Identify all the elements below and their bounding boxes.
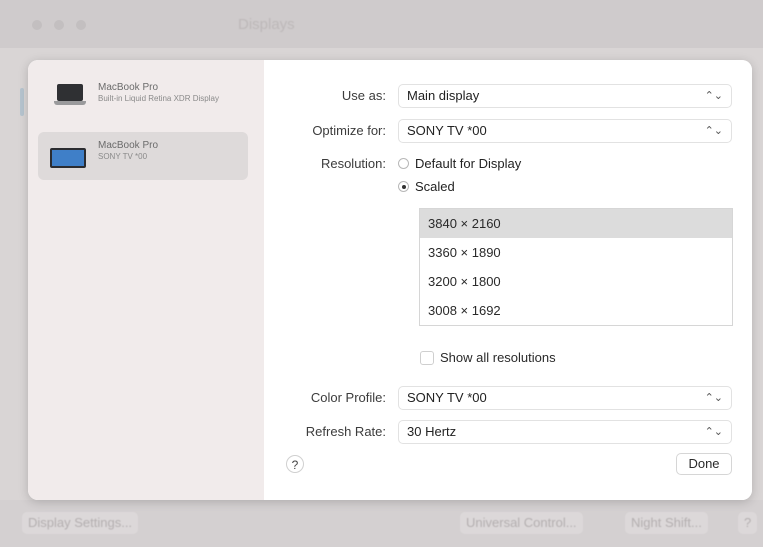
background-selection-edge [20,88,24,116]
sidebar-item-name: MacBook Pro [98,82,159,93]
show-all-label: Show all resolutions [440,350,556,365]
chevron-updown-icon: ⌃⌄ [704,392,723,404]
optimize-for-popup[interactable]: SONY TV *00 ⌃⌄ [398,119,732,143]
chevron-updown-icon: ⌃⌄ [704,90,723,102]
resolution-item[interactable]: 3360 × 1890 [420,238,732,267]
background-help-button: ? [738,512,758,534]
refresh-rate-value: 30 Hertz [407,424,457,439]
laptop-icon [54,84,86,110]
color-profile-popup[interactable]: SONY TV *00 ⌃⌄ [398,386,732,410]
help-button[interactable]: ? [286,455,304,473]
resolution-item[interactable]: 3008 × 1692 [420,296,732,325]
sidebar-item-builtin-display[interactable]: MacBook Pro Built-in Liquid Retina XDR D… [38,74,248,122]
optimize-for-label: Optimize for: [312,123,386,138]
color-profile-value: SONY TV *00 [407,390,487,405]
display-settings-button: Display Settings... [22,512,139,534]
zoom-dot-icon [76,20,86,30]
use-as-popup[interactable]: Main display ⌃⌄ [398,84,732,108]
background-titlebar: Displays [0,0,763,48]
use-as-label: Use as: [341,88,386,103]
radio-label: Default for Display [415,156,522,171]
resolution-item[interactable]: 3200 × 1800 [420,267,732,296]
chevron-updown-icon: ⌃⌄ [704,125,723,137]
refresh-rate-popup[interactable]: 30 Hertz ⌃⌄ [398,420,732,444]
radio-button[interactable] [398,158,409,169]
show-all-checkbox[interactable] [420,350,434,365]
sidebar-item-subtitle: Built-in Liquid Retina XDR Display [98,94,219,103]
radio-default-for-display[interactable]: Default for Display [398,156,521,171]
done-button[interactable]: Done [676,453,732,475]
resolution-list[interactable]: 3840 × 2160 3360 × 1890 3200 × 1800 3008… [419,208,733,326]
resolution-item[interactable]: 3840 × 2160 [420,209,732,238]
display-icon [50,148,86,168]
sidebar-item-name: MacBook Pro [98,140,159,151]
radio-label: Scaled [415,179,455,194]
radio-button-selected[interactable] [398,181,409,192]
background-window-title: Displays [238,16,295,33]
minimize-dot-icon [54,20,64,30]
color-profile-label: Color Profile: [310,390,386,405]
display-sidebar: MacBook Pro Built-in Liquid Retina XDR D… [28,60,264,500]
optimize-for-value: SONY TV *00 [407,123,487,138]
universal-control-button: Universal Control... [460,512,583,534]
chevron-updown-icon: ⌃⌄ [704,426,723,438]
refresh-rate-label: Refresh Rate: [305,424,386,439]
show-all-resolutions[interactable]: Show all resolutions [420,350,556,365]
radio-scaled[interactable]: Scaled [398,179,455,194]
close-dot-icon [32,20,42,30]
sidebar-item-subtitle: SONY TV *00 [98,152,148,161]
sidebar-item-sony-tv[interactable]: MacBook Pro SONY TV *00 [38,132,248,180]
use-as-value: Main display [407,88,480,103]
resolution-label: Resolution: [320,156,386,171]
night-shift-button: Night Shift... [625,512,708,534]
window-controls [32,20,86,30]
